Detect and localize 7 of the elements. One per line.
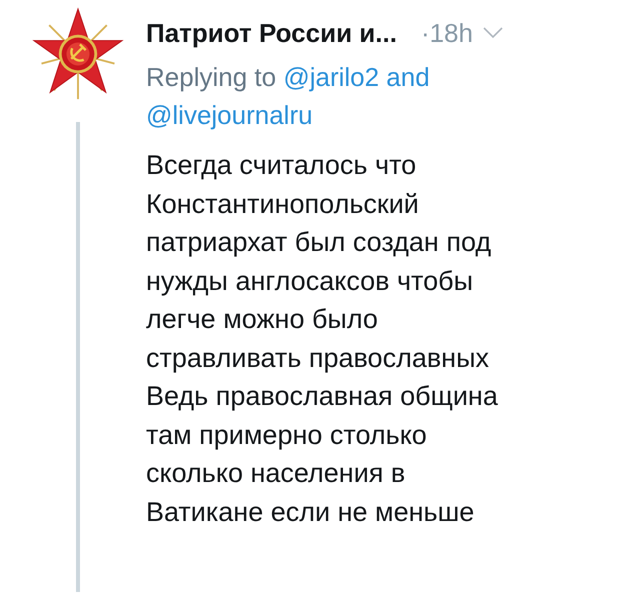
- tweet-time: ·18h: [420, 18, 473, 48]
- star-medal-icon[interactable]: [30, 6, 126, 102]
- mention-link[interactable]: @jarilo2: [283, 62, 380, 92]
- mention-link[interactable]: @livejournalru: [146, 100, 313, 130]
- replying-to-text: Replying to @jarilo2 and @livejournalru: [146, 61, 431, 132]
- tweet-text: Всегда считалось что Константинопольский патриархат был создан под нужды англосаксов чтобы легче можно было стравливать православных Ведь православная община там примерно столько сколько населения в Ватикане если не меньше: [146, 149, 499, 528]
- author-name[interactable]: Патриот России и...: [146, 18, 397, 48]
